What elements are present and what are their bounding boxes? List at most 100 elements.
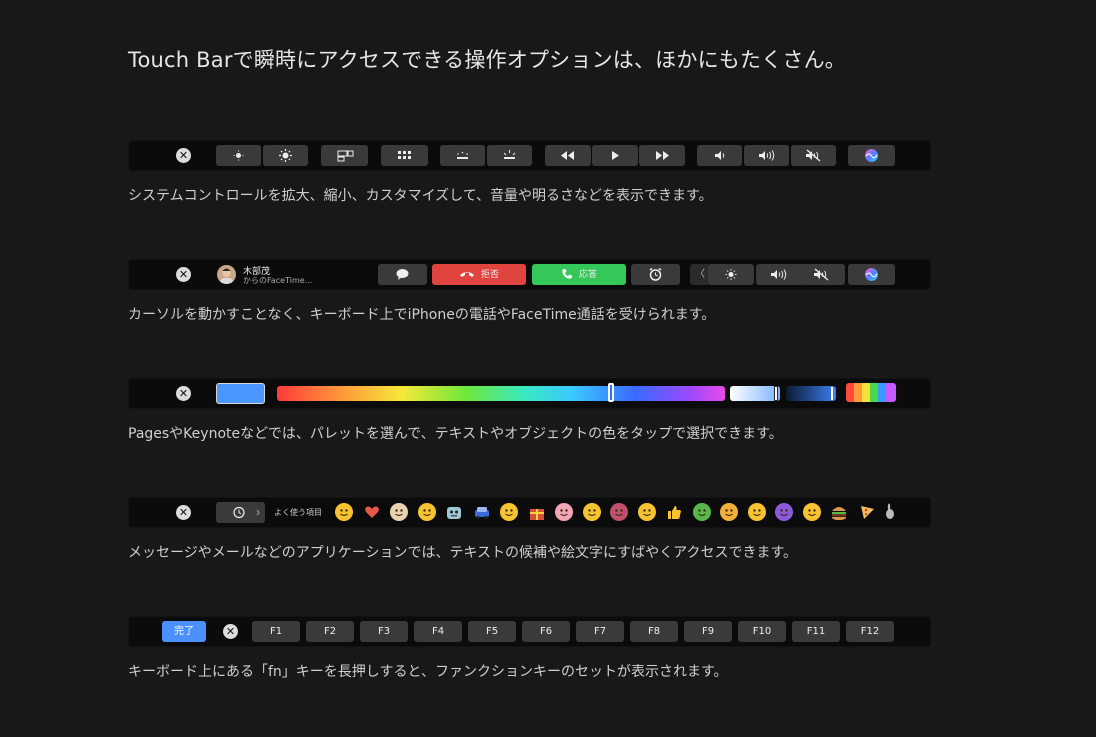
fn-key-f12[interactable]: F12 [846, 621, 894, 642]
phone-icon [561, 268, 573, 280]
play-pause-button[interactable] [592, 145, 638, 166]
volume-button[interactable] [756, 264, 802, 285]
volume-up-icon [759, 150, 775, 161]
old-woman-icon[interactable] [390, 503, 408, 521]
fast-forward-icon [656, 151, 669, 160]
gift-icon[interactable] [528, 503, 546, 521]
caption-function-keys: キーボード上にある「fn」キーを長押しすると、ファンクションキーのセットが表示さ… [128, 664, 728, 680]
launchpad-button[interactable] [381, 145, 428, 166]
keyboard-brightness-down-button[interactable] [440, 145, 485, 166]
kissing-face-icon[interactable] [802, 503, 821, 521]
brightness-up-button[interactable] [263, 145, 308, 166]
alien-monster-icon[interactable] [775, 503, 793, 521]
brightness-button[interactable] [708, 264, 754, 285]
rabbit-icon[interactable] [885, 503, 894, 521]
caller-subtitle: からのFaceTime... [243, 276, 313, 285]
alarm-clock-icon [649, 267, 662, 281]
fn-key-f1[interactable]: F1 [252, 621, 300, 642]
caption-emoji: メッセージやメールなどのアプリケーションでは、テキストの候補や絵文字にすばやくア… [128, 545, 798, 561]
fn-key-f2[interactable]: F2 [306, 621, 354, 642]
thumbs-up-icon[interactable] [665, 503, 683, 521]
caption-system-controls: システムコントロールを拡大、縮小、カスタマイズして、音量や明るさなどを表示できま… [128, 188, 713, 204]
mute-icon [814, 268, 829, 281]
saturation-slider[interactable] [786, 386, 836, 401]
decline-label: 拒否 [480, 270, 499, 280]
play-icon [612, 151, 619, 160]
smirk-face-icon[interactable] [747, 503, 766, 521]
keyboard-brightness-down-icon [457, 151, 468, 159]
brightness-slider[interactable] [730, 386, 780, 401]
brightness-down-icon [233, 150, 244, 161]
sunglasses-face-icon[interactable] [637, 503, 656, 521]
heart-icon[interactable] [363, 503, 381, 521]
message-reply-button[interactable] [378, 264, 427, 285]
mute-button[interactable] [799, 264, 845, 285]
caption-color-picker: PagesやKeynoteなどでは、パレットを選んで、テキストやオブジェクトの色… [128, 426, 783, 442]
color-palette-button[interactable] [846, 383, 896, 402]
fn-key-f5[interactable]: F5 [468, 621, 516, 642]
brightness-slider-handle[interactable] [775, 387, 777, 400]
siri-icon [865, 149, 878, 162]
heart-eyes-cat-icon[interactable] [720, 503, 738, 521]
hue-slider[interactable] [277, 386, 725, 401]
fast-forward-button[interactable] [639, 145, 685, 166]
page-title: Touch Barで瞬時にアクセスできる操作オプションは、ほかにもたくさん。 [128, 48, 846, 72]
fn-key-f9[interactable]: F9 [684, 621, 732, 642]
car-icon[interactable] [473, 503, 491, 521]
volume-up-button[interactable] [744, 145, 789, 166]
fn-key-f8[interactable]: F8 [630, 621, 678, 642]
fn-key-f11[interactable]: F11 [792, 621, 840, 642]
chevron-left-icon: 〈 [695, 269, 705, 280]
upside-down-face-icon[interactable] [582, 503, 601, 521]
hue-slider-handle[interactable] [608, 383, 614, 402]
octopus-icon[interactable] [610, 503, 628, 521]
decline-button[interactable]: 拒否 [432, 264, 526, 285]
volume-up-icon [771, 269, 787, 280]
touchbar-incoming-call: ✕ 木部茂 からのFaceTime... 拒否 応答 〈 [128, 259, 931, 290]
pig-icon[interactable] [555, 503, 573, 521]
rewind-button[interactable] [545, 145, 591, 166]
robot-icon[interactable] [445, 503, 463, 521]
fn-key-f6[interactable]: F6 [522, 621, 570, 642]
siri-button[interactable] [848, 145, 895, 166]
close-icon[interactable]: ✕ [176, 267, 191, 282]
volume-down-button[interactable] [697, 145, 742, 166]
close-icon[interactable]: ✕ [176, 148, 191, 163]
mute-button[interactable] [791, 145, 836, 166]
brightness-icon [725, 269, 737, 280]
smiling-face-icon[interactable] [335, 503, 353, 521]
tongue-face-icon[interactable] [417, 503, 436, 521]
rewind-icon [561, 151, 574, 160]
fn-key-f7[interactable]: F7 [576, 621, 624, 642]
close-icon[interactable]: ✕ [176, 386, 191, 401]
phone-hangup-icon [459, 269, 475, 279]
accept-button[interactable]: 応答 [532, 264, 626, 285]
frog-icon[interactable] [692, 503, 711, 521]
selected-color-swatch[interactable] [216, 383, 265, 404]
fn-key-f4[interactable]: F4 [414, 621, 462, 642]
hamburger-icon[interactable] [830, 503, 848, 521]
brightness-up-icon [279, 149, 292, 162]
caption-incoming-call: カーソルを動かすことなく、キーボード上でiPhoneの電話やFaceTime通話… [128, 307, 716, 323]
collapse-controls-button[interactable]: 〈 [690, 264, 710, 285]
accept-label: 応答 [578, 270, 597, 280]
done-button[interactable]: 完了 [162, 621, 206, 642]
volume-down-icon [715, 151, 725, 160]
siri-icon [865, 268, 878, 281]
siri-button[interactable] [848, 264, 895, 285]
speech-bubble-icon [396, 269, 409, 280]
close-icon[interactable]: ✕ [176, 505, 191, 520]
fn-key-f3[interactable]: F3 [360, 621, 408, 642]
fn-key-f10[interactable]: F10 [738, 621, 786, 642]
hugging-face-icon[interactable] [500, 503, 518, 521]
brightness-down-button[interactable] [216, 145, 261, 166]
pizza-icon[interactable] [858, 503, 876, 521]
frequently-used-button[interactable] [216, 502, 265, 523]
alarm-button[interactable] [631, 264, 680, 285]
keyboard-brightness-up-button[interactable] [487, 145, 532, 166]
mission-control-button[interactable] [321, 145, 368, 166]
saturation-slider-handle[interactable] [831, 387, 833, 400]
touchbar-color-picker: ✕ [128, 378, 931, 409]
launchpad-icon [398, 151, 411, 159]
close-icon[interactable]: ✕ [223, 624, 238, 639]
